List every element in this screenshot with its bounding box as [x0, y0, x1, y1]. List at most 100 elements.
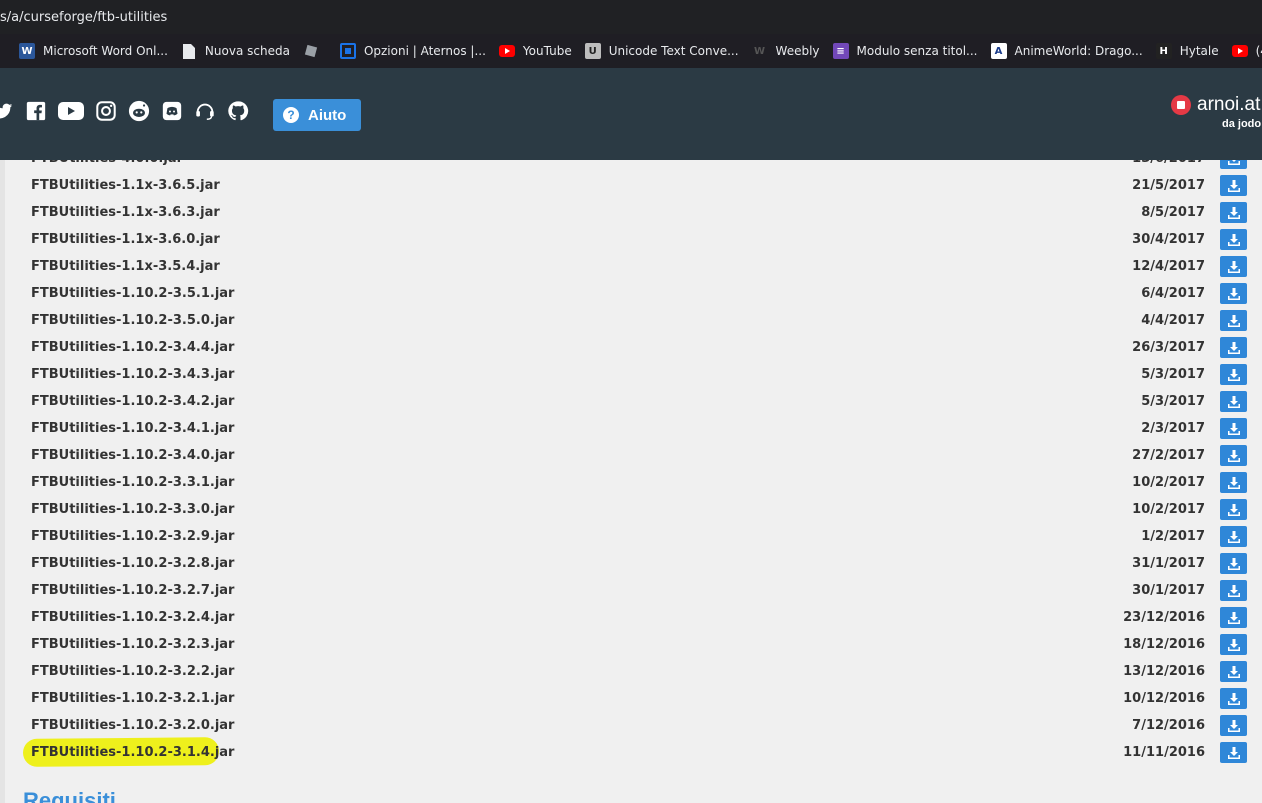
download-button[interactable] [1220, 526, 1247, 547]
bookmark-item[interactable]: (486) Tutti si unisco [1231, 43, 1262, 59]
download-button[interactable] [1220, 688, 1247, 709]
brand-logo[interactable]: arnoi.at da jodo [1171, 94, 1261, 130]
download-icon [1227, 611, 1240, 624]
download-button[interactable] [1220, 445, 1247, 466]
roblox-icon [303, 43, 319, 59]
page-icon [181, 43, 197, 59]
bookmark-label: Unicode Text Conve... [608, 44, 739, 58]
download-button[interactable] [1220, 742, 1247, 763]
download-icon [1227, 584, 1240, 597]
file-date: 13/12/2016 [1123, 664, 1205, 679]
file-name: FTBUtilities-1.10.2-3.4.4.jar [31, 340, 235, 355]
file-row: FTBUtilities-1.10.2-3.2.9.jar 1/2/2017 [31, 524, 1247, 551]
bookmark-item[interactable]: Nuova scheda [181, 43, 290, 59]
bookmark-item[interactable]: U Unicode Text Conve... [584, 43, 739, 59]
github-icon[interactable] [227, 100, 249, 122]
download-icon [1227, 260, 1240, 273]
bookmark-label: Nuova scheda [204, 44, 290, 58]
file-row: FTBUtilities-1.10.2-3.2.3.jar 18/12/2016 [31, 632, 1247, 659]
file-name: FTBUtilities-1.10.2-3.2.9.jar [31, 529, 235, 544]
download-button[interactable] [1220, 364, 1247, 385]
download-button[interactable] [1220, 391, 1247, 412]
download-button[interactable] [1220, 256, 1247, 277]
download-button[interactable] [1220, 607, 1247, 628]
download-icon [1227, 503, 1240, 516]
file-name: FTBUtilities-1.10.2-3.5.1.jar [31, 286, 235, 301]
download-icon [1227, 692, 1240, 705]
file-name: FTBUtilities-1.10.2-3.4.1.jar [31, 421, 235, 436]
instagram-icon[interactable] [95, 100, 117, 122]
animeworld-icon: A [990, 43, 1007, 59]
site-navbar: ? Aiuto arnoi.at da jodo [0, 68, 1262, 160]
twitter-icon[interactable] [0, 100, 14, 122]
download-button[interactable] [1220, 160, 1247, 169]
discord-icon[interactable] [161, 100, 183, 122]
bookmark-item[interactable]: Opzioni | Aternos |... [339, 43, 486, 59]
file-row: FTBUtilities-1.10.2-3.2.0.jar 7/12/2016 [31, 713, 1247, 740]
download-button[interactable] [1220, 715, 1247, 736]
bookmark-item[interactable]: W Microsoft Word Onl... [19, 43, 168, 59]
file-row: FTBUtilities-1.10.2-3.2.1.jar 10/12/2016 [31, 686, 1247, 713]
download-icon [1227, 368, 1240, 381]
download-button[interactable] [1220, 634, 1247, 655]
bookmarks-bar: W Microsoft Word Onl... Nuova scheda Opzion… [0, 34, 1262, 68]
social-links [0, 100, 260, 122]
facebook-icon[interactable] [25, 100, 47, 122]
download-button[interactable] [1220, 553, 1247, 574]
download-button[interactable] [1220, 661, 1247, 682]
bookmark-item[interactable]: A AnimeWorld: Drago... [990, 43, 1143, 59]
file-date: 1/2/2017 [1141, 529, 1205, 544]
file-date: 10/2/2017 [1132, 475, 1205, 490]
download-button[interactable] [1220, 229, 1247, 250]
file-name: FTBUtilities-1.10.2-3.2.1.jar [31, 691, 235, 706]
download-icon [1227, 476, 1240, 489]
download-button[interactable] [1220, 472, 1247, 493]
file-name: FTBUtilities-1.10.2-3.4.0.jar [31, 448, 235, 463]
bookmark-item[interactable]: H Hytale [1155, 43, 1219, 59]
download-button[interactable] [1220, 175, 1247, 196]
bookmark-item[interactable]: W Weebly [752, 43, 820, 59]
file-row: FTBUtilities-1.10.2-3.3.1.jar 10/2/2017 [31, 470, 1247, 497]
section-heading-requirements: Requisiti [23, 788, 116, 803]
file-row: FTBUtilities-1.10.2-3.5.1.jar 6/4/2017 [31, 281, 1247, 308]
download-icon [1227, 233, 1240, 246]
download-icon [1227, 449, 1240, 462]
download-button[interactable] [1220, 499, 1247, 520]
download-button[interactable] [1220, 418, 1247, 439]
bookmark-label: YouTube [522, 44, 572, 58]
file-row: FTBUtilities-1.10.2-3.2.8.jar 31/1/2017 [31, 551, 1247, 578]
file-date: 12/4/2017 [1132, 259, 1205, 274]
download-button[interactable] [1220, 580, 1247, 601]
bookmark-item[interactable]: ≡ Modulo senza titol... [832, 43, 978, 59]
file-row: FTBUtilities-1.10.2-3.4.0.jar 27/2/2017 [31, 443, 1247, 470]
download-icon [1227, 395, 1240, 408]
file-name: FTBUtilities-1.10.2-3.2.7.jar [31, 583, 235, 598]
bookmark-item[interactable]: YouTube [498, 43, 572, 59]
download-icon [1227, 422, 1240, 435]
download-icon [1227, 530, 1240, 543]
bookmark-label: Modulo senza titol... [856, 44, 978, 58]
file-name: FTBUtilities-1.1x-3.6.3.jar [31, 205, 220, 220]
file-name: FTBUtilities-1.10.2-3.2.3.jar [31, 637, 235, 652]
weebly-icon: W [754, 45, 766, 57]
youtube-icon [1231, 43, 1248, 59]
download-button[interactable] [1220, 310, 1247, 331]
bookmark-item[interactable] [303, 43, 327, 59]
help-button[interactable]: ? Aiuto [273, 99, 361, 131]
file-date: 8/5/2017 [1141, 205, 1205, 220]
download-icon [1227, 160, 1240, 165]
file-name: FTBUtilities-1.10.2-3.2.0.jar [31, 718, 235, 733]
file-row: FTBUtilities-1.10.2-3.3.0.jar 10/2/2017 [31, 497, 1247, 524]
file-date: 26/3/2017 [1132, 340, 1205, 355]
unicode-icon: U [584, 43, 601, 59]
download-button[interactable] [1220, 337, 1247, 358]
download-icon [1227, 206, 1240, 219]
file-name: FTBUtilities-1.10.2-3.2.2.jar [31, 664, 235, 679]
reddit-icon[interactable] [128, 100, 150, 122]
youtube-icon[interactable] [58, 100, 84, 122]
file-date: 21/5/2017 [1132, 178, 1205, 193]
support-icon[interactable] [194, 100, 216, 122]
download-button[interactable] [1220, 202, 1247, 223]
address-bar[interactable]: s/a/curseforge/ftb-utilities [0, 0, 1262, 34]
download-button[interactable] [1220, 283, 1247, 304]
